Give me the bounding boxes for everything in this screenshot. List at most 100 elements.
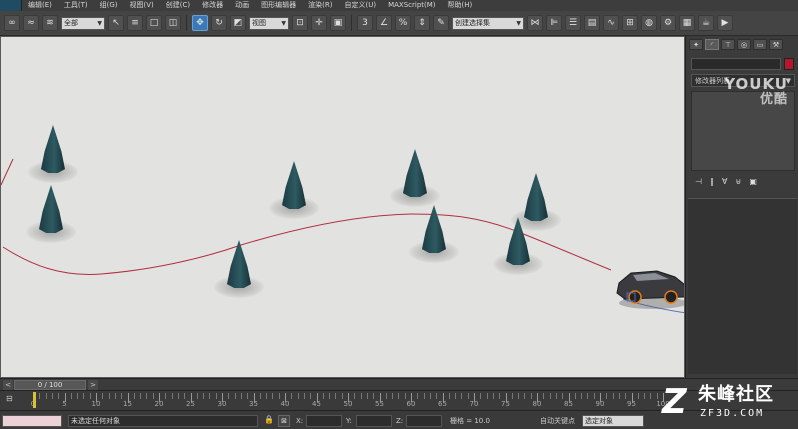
scale-icon[interactable]: ◩ [230,15,246,31]
mirror-icon[interactable]: ⋈ [527,15,543,31]
menu-maxscript[interactable]: MAXScript(M) [382,0,441,11]
tab-create[interactable]: ✦ [689,39,703,50]
tab-modify[interactable]: ◜ [705,39,719,50]
tree-cone [41,125,65,173]
move-icon[interactable]: ✥ [192,15,208,31]
menu-graph-editors[interactable]: 图形编辑器 [255,0,302,11]
layer-manager-icon[interactable]: ☰ [565,15,581,31]
ruler-tick [322,393,324,399]
rendered-frame-window-icon[interactable]: ▦ [679,15,695,31]
unlink-icon[interactable]: ≈ [23,15,39,31]
tab-utilities[interactable]: ⚒ [769,39,783,50]
current-frame-marker[interactable] [33,392,36,408]
perspective-viewport[interactable] [0,36,685,378]
configure-modifier-sets-icon[interactable]: ▣ [749,177,757,186]
menu-help[interactable]: 帮助(H) [442,0,479,11]
pine-tree[interactable] [214,240,264,298]
select-object-icon[interactable]: ↖ [108,15,124,31]
material-editor-icon[interactable]: ◍ [641,15,657,31]
ruler-tick [480,393,482,399]
make-unique-icon[interactable]: ∀ [722,177,727,186]
tree-cone [227,240,251,288]
z-coordinate-field[interactable] [406,415,442,427]
time-slider-prev-button[interactable]: < [3,380,13,390]
x-coordinate-field[interactable] [306,415,342,427]
link-icon[interactable]: ∞ [4,15,20,31]
ruler-label: 20 [154,400,164,408]
angle-snap-icon[interactable]: ∠ [376,15,392,31]
time-slider-next-button[interactable]: > [88,380,98,390]
ruler-tick [240,393,242,399]
render-setup-icon[interactable]: ⚙ [660,15,676,31]
curve-editor-icon[interactable]: ∿ [603,15,619,31]
rect-selection-icon[interactable]: □ [146,15,162,31]
auto-key-button[interactable]: 自动关键点 [540,415,575,427]
menu-rendering[interactable]: 渲染(R) [302,0,338,11]
toolbar-divider [351,15,352,31]
object-name-field[interactable] [691,58,781,70]
show-end-result-icon[interactable]: ∥ [710,177,714,186]
motion-path-spline-start[interactable] [1,158,14,186]
tab-hierarchy[interactable]: ⊤ [721,39,735,50]
keyboard-shortcut-icon[interactable]: ▣ [330,15,346,31]
reference-coord-value: 视图 [252,19,266,27]
zf3d-logo: Z [662,382,687,422]
ruler-tick [606,393,608,399]
ruler-tick [511,393,513,399]
ruler-tick [177,393,179,399]
pine-tree[interactable] [26,185,76,243]
snap-3d-icon[interactable]: 3 [357,15,373,31]
tab-motion[interactable]: ◎ [737,39,751,50]
render-iterative-icon[interactable]: ▶ [717,15,733,31]
pine-tree[interactable] [28,125,78,183]
menu-views[interactable]: 视图(V) [124,0,160,11]
object-color-swatch[interactable] [784,58,794,70]
pivot-center-icon[interactable]: ⊡ [292,15,308,31]
selection-filter-select[interactable]: 全部 ▼ [61,16,105,30]
youku-watermark: YOUKU 优酷 [724,76,788,108]
key-selection-set-select[interactable]: 选定对象 [582,415,644,427]
named-selection-sets-select[interactable]: 创建选择集 ▼ [452,16,524,30]
y-coordinate-field[interactable] [356,415,392,427]
pine-tree[interactable] [390,149,440,207]
car-model[interactable] [613,265,685,309]
window-crossing-icon[interactable]: ◫ [165,15,181,31]
menu-tools[interactable]: 工具(T) [58,0,94,11]
menu-animation[interactable]: 动画 [229,0,255,11]
bind-spacewarp-icon[interactable]: ≋ [42,15,58,31]
render-production-icon[interactable]: ☕ [698,15,714,31]
percent-snap-icon[interactable]: % [395,15,411,31]
reference-coord-select[interactable]: 视图 ▼ [249,16,289,30]
absolute-mode-toggle[interactable]: ⊠ [278,415,290,427]
tab-display[interactable]: ▭ [753,39,767,50]
select-manipulate-icon[interactable]: ✛ [311,15,327,31]
ruler-tick [360,393,362,399]
key-filter-icon[interactable]: ⊟ [6,394,20,406]
spinner-snap-icon[interactable]: ⇕ [414,15,430,31]
pine-tree[interactable] [409,205,459,263]
pine-tree[interactable] [493,217,543,275]
time-slider-thumb[interactable]: 0 / 100 [14,380,86,390]
pin-stack-icon[interactable]: ⊣ [695,177,702,186]
ruler-label: 60 [406,400,416,408]
menu-modifiers[interactable]: 修改器 [196,0,229,11]
remove-modifier-icon[interactable]: ⊌ [735,177,741,186]
menu-edit[interactable]: 编辑(E) [22,0,58,11]
menu-create[interactable]: 创建(C) [160,0,196,11]
parameters-rollout [688,198,797,374]
ruler-label: 35 [249,400,258,408]
menu-group[interactable]: 组(G) [94,0,124,11]
frame-ruler[interactable]: 0510152025303540455055606570758085909510… [31,391,670,411]
menu-customize[interactable]: 自定义(U) [338,0,382,11]
pine-tree[interactable] [269,161,319,219]
schematic-view-icon[interactable]: ⊞ [622,15,638,31]
align-icon[interactable]: ⊫ [546,15,562,31]
grid-size-text: 栅格 = 10.0 [450,417,490,425]
maxscript-listener-field[interactable] [2,415,62,427]
lock-icon[interactable]: 🔒 [264,415,274,424]
select-by-name-icon[interactable]: ≡ [127,15,143,31]
ribbon-icon[interactable]: ▤ [584,15,600,31]
rotate-icon[interactable]: ↻ [211,15,227,31]
app-logo-icon[interactable] [0,0,22,11]
edit-named-sets-icon[interactable]: ✎ [433,15,449,31]
